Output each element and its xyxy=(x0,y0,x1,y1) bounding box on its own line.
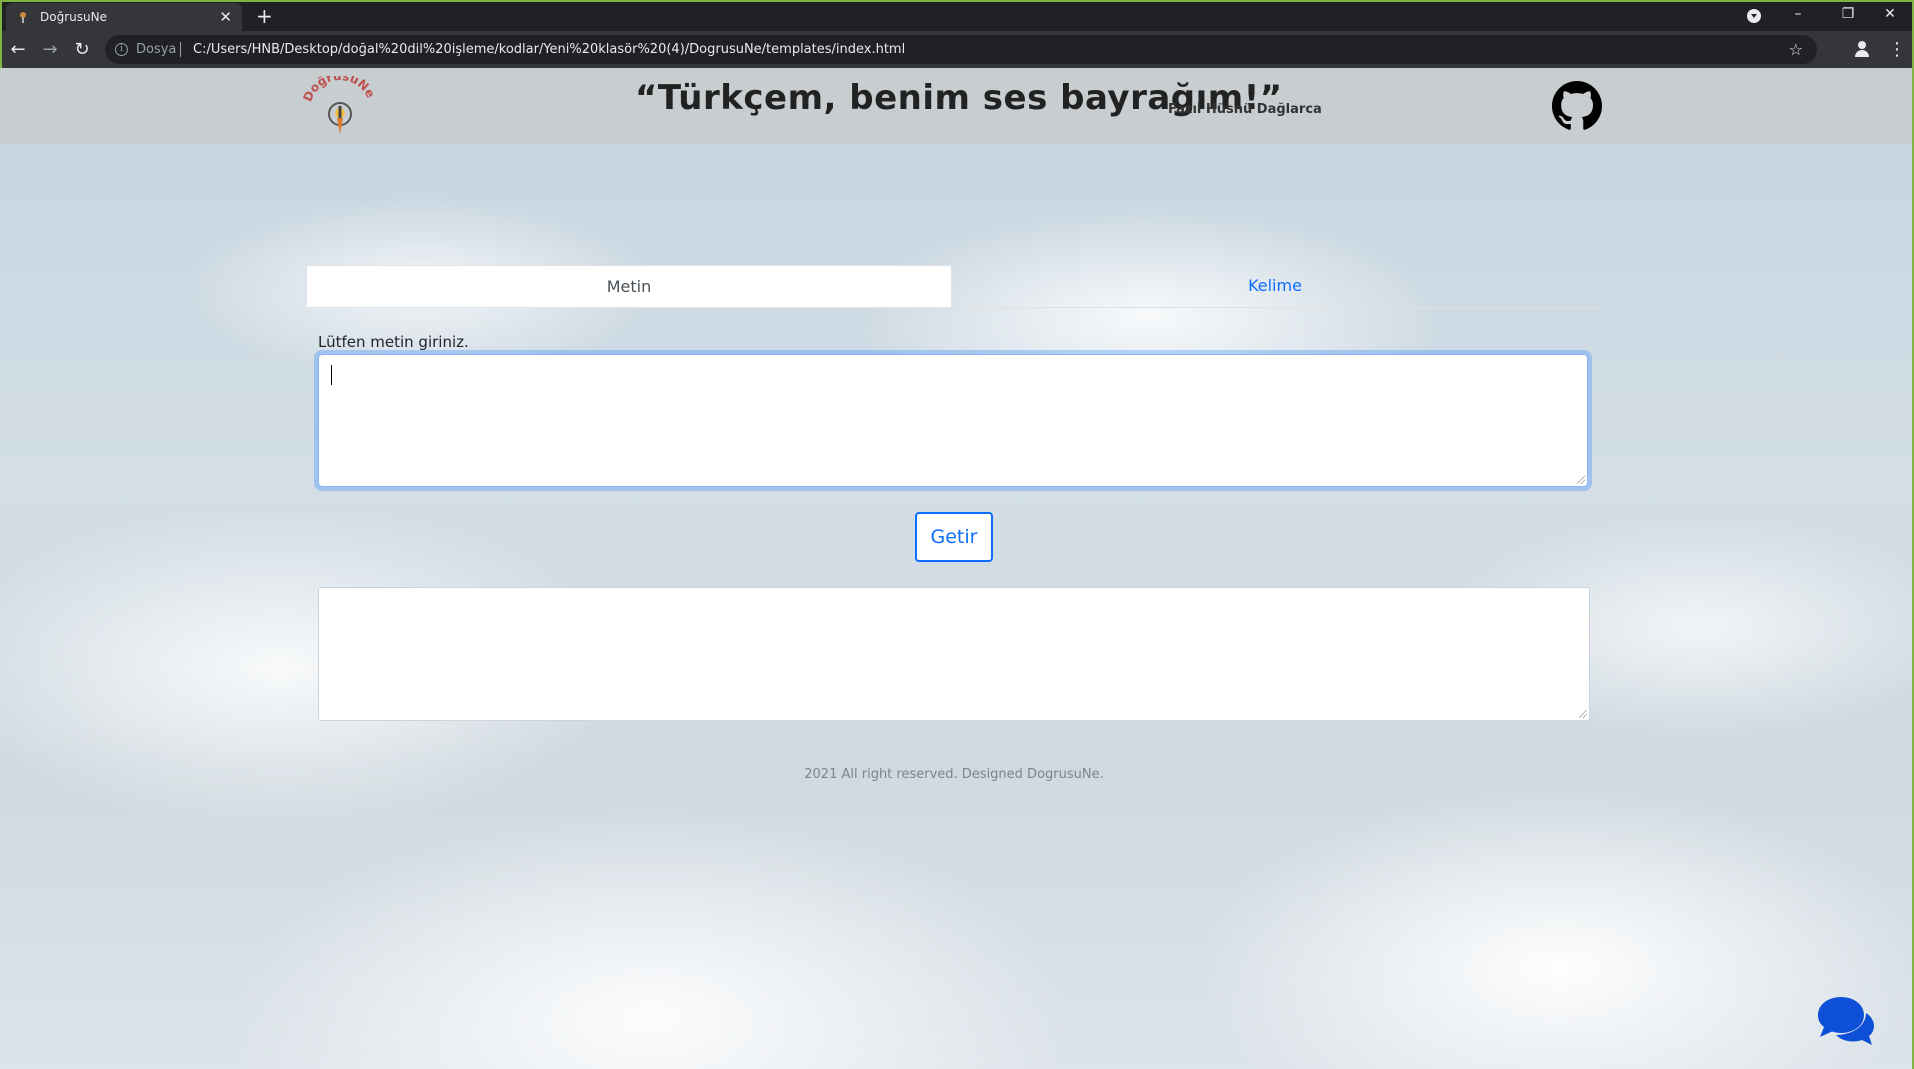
mode-tabs: Metin Kelime xyxy=(306,265,1602,308)
bookmark-star-icon[interactable]: ☆ xyxy=(1789,35,1803,64)
favicon-icon xyxy=(20,12,26,23)
tab-close-icon[interactable]: ✕ xyxy=(219,3,232,31)
menu-icon[interactable]: ⋮ xyxy=(1888,31,1906,68)
logo-text: DoğrusuNe xyxy=(300,76,377,104)
account-icon[interactable] xyxy=(1853,40,1871,58)
browser-chrome: DoğrusuNe ✕ + – ❐ ✕ ← → ↻ i Dosya C:/Use… xyxy=(2,2,1912,68)
forward-button[interactable]: → xyxy=(36,31,64,68)
tab-title: DoğrusuNe xyxy=(40,10,107,24)
page-viewport: DoğrusuNe “Türkçem, benim ses bayrağım!”… xyxy=(0,68,1912,1069)
quote-author: Fazıl Hüsnü Dağlarca xyxy=(1168,102,1322,117)
site-header: DoğrusuNe “Türkçem, benim ses bayrağım!”… xyxy=(0,68,1912,144)
text-caret xyxy=(331,365,332,385)
tab-kelime[interactable]: Kelime xyxy=(952,265,1598,307)
resize-grip[interactable] xyxy=(1579,710,1587,718)
chat-icon[interactable] xyxy=(1812,993,1876,1049)
tab-metin[interactable]: Metin xyxy=(306,265,952,307)
footer-text: 2021 All right reserved. Designed Dogrus… xyxy=(804,767,1104,782)
resize-grip[interactable] xyxy=(1577,476,1585,484)
tab-search-icon[interactable] xyxy=(1747,9,1761,23)
address-separator xyxy=(180,42,181,57)
scheme-label: Dosya xyxy=(136,42,177,57)
getir-button[interactable]: Getir xyxy=(915,512,993,562)
browser-toolbar: ← → ↻ i Dosya C:/Users/HNB/Desktop/doğal… xyxy=(2,31,1912,68)
close-window-button[interactable]: ✕ xyxy=(1870,2,1910,31)
result-output[interactable] xyxy=(318,587,1590,721)
url-text[interactable]: C:/Users/HNB/Desktop/doğal%20dil%20işlem… xyxy=(193,35,905,64)
reload-button[interactable]: ↻ xyxy=(68,31,96,68)
tab-strip: DoğrusuNe ✕ + – ❐ ✕ xyxy=(2,2,1912,31)
new-tab-button[interactable]: + xyxy=(256,5,273,27)
address-bar[interactable]: i Dosya C:/Users/HNB/Desktop/doğal%20dil… xyxy=(105,35,1817,64)
minimize-button[interactable]: – xyxy=(1778,2,1818,31)
restore-button[interactable]: ❐ xyxy=(1828,2,1868,31)
github-icon[interactable] xyxy=(1552,81,1602,131)
logo[interactable]: DoğrusuNe xyxy=(300,76,380,140)
back-button[interactable]: ← xyxy=(4,31,32,68)
info-icon[interactable]: i xyxy=(115,43,128,56)
text-input[interactable] xyxy=(318,354,1588,487)
browser-tab[interactable]: DoğrusuNe ✕ xyxy=(6,3,242,31)
text-input-label: Lütfen metin giriniz. xyxy=(318,333,469,351)
